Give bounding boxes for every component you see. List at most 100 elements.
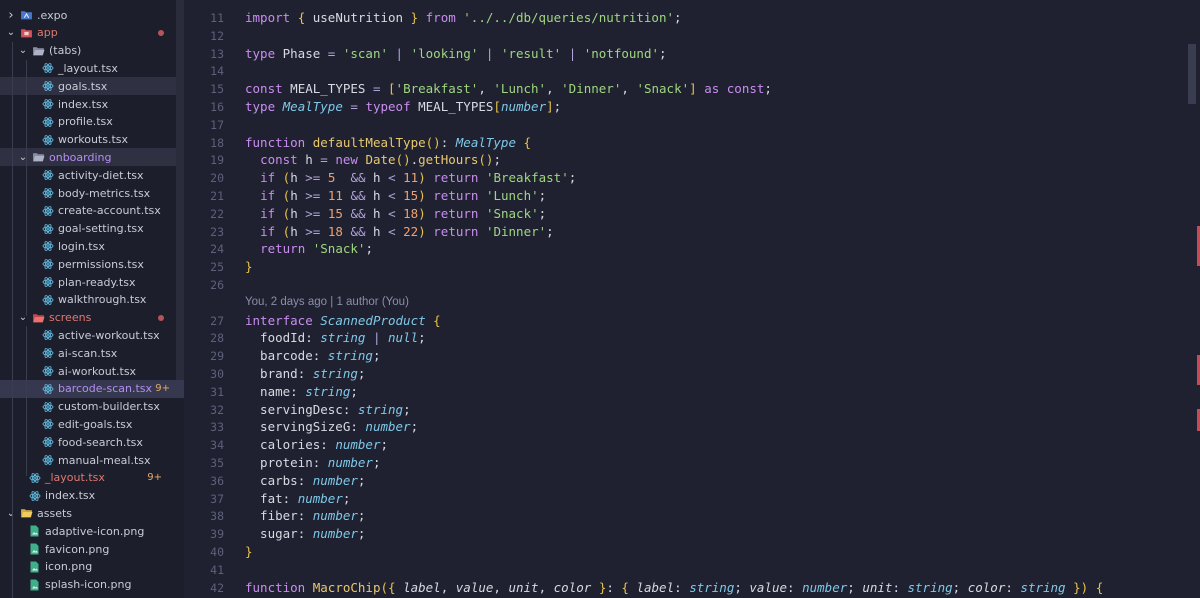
chevron-down-icon[interactable]: ⌄ xyxy=(18,45,28,56)
code-line[interactable]: if (h >= 15 && h < 18) return 'Snack'; xyxy=(245,206,546,221)
code-line[interactable]: if (h >= 11 && h < 15) return 'Lunch'; xyxy=(245,188,546,203)
react-icon xyxy=(41,187,54,200)
code-token: < xyxy=(388,223,396,239)
git-blame-codelens[interactable]: You, 2 days ago | 1 author (You) xyxy=(245,296,409,308)
code-line[interactable]: import { useNutrition } from '../../db/q… xyxy=(245,10,682,25)
react-icon xyxy=(41,454,54,467)
code-line[interactable]: brand: string; xyxy=(245,366,365,381)
code-token: , xyxy=(621,81,637,97)
code-token: >= xyxy=(305,205,321,221)
code-line[interactable]: servingDesc: string; xyxy=(245,402,411,417)
react-icon xyxy=(41,169,54,182)
code-line[interactable]: type MealType = typeof MEAL_TYPES[number… xyxy=(245,99,561,114)
explorer-file[interactable]: splash-icon.png xyxy=(0,576,176,594)
chevron-down-icon[interactable]: ⌄ xyxy=(6,27,16,38)
react-icon xyxy=(41,293,54,306)
code-token: : xyxy=(297,472,313,488)
code-token: getHours xyxy=(418,152,479,168)
line-number: 31 xyxy=(210,384,224,399)
code-line[interactable]: calories: number; xyxy=(245,437,388,452)
code-token: string xyxy=(312,366,358,381)
explorer-folder[interactable]: ⌄ assets xyxy=(0,504,176,522)
line-number: 23 xyxy=(210,224,224,239)
code-line[interactable]: sugar: number; xyxy=(245,526,365,541)
code-token: string xyxy=(1020,579,1066,595)
code-line[interactable]: servingSizeG: number; xyxy=(245,419,418,434)
code-line[interactable]: } xyxy=(245,544,253,559)
code-token: 'result' xyxy=(500,45,562,61)
code-line[interactable]: function defaultMealType(): MealType { xyxy=(245,135,531,150)
code-line[interactable]: name: string; xyxy=(245,384,358,399)
explorer-file[interactable]: icon.png xyxy=(0,558,176,576)
code-editor[interactable]: 11 import { useNutrition } from '../../db… xyxy=(184,0,1200,598)
explorer-file[interactable]: favicon.png xyxy=(0,540,176,558)
explorer-item-label: manual-meal.tsx xyxy=(58,453,151,467)
code-token: 'Snack' xyxy=(636,81,690,97)
code-token: value xyxy=(749,579,788,595)
editor-scrollbar-thumb[interactable] xyxy=(1188,44,1196,104)
code-token: () xyxy=(478,152,494,168)
line-number: 27 xyxy=(210,313,224,328)
explorer-item-label: index.tsx xyxy=(58,97,109,111)
explorer-file[interactable]: adaptive-icon.png xyxy=(0,522,176,540)
chevron-down-icon[interactable]: ⌄ xyxy=(6,508,16,519)
code-line[interactable]: carbs: number; xyxy=(245,473,365,488)
code-line[interactable]: function MacroChip({ label, value, unit,… xyxy=(245,580,1103,595)
code-line[interactable]: const h = new Date().getHours(); xyxy=(245,152,501,167)
code-line[interactable]: type Phase = 'scan' | 'looking' | 'resul… xyxy=(245,46,667,61)
code-token: { xyxy=(1095,579,1104,595)
code-line[interactable]: if (h >= 5 && h < 11) return 'Breakfast'… xyxy=(245,170,576,185)
code-line[interactable]: return 'Snack'; xyxy=(245,241,373,256)
code-token: ; xyxy=(538,188,547,203)
code-line[interactable]: barcode: string; xyxy=(245,348,380,363)
line-number: 30 xyxy=(210,367,224,381)
explorer-item-label: onboarding xyxy=(49,150,112,164)
explorer-folder[interactable]: ⌄ (tabs) xyxy=(0,42,176,60)
explorer-file[interactable]: index.tsx xyxy=(0,487,176,505)
code-line[interactable]: fat: number; xyxy=(245,491,350,506)
code-token: ; xyxy=(357,472,366,488)
code-line[interactable]: fiber: number; xyxy=(245,508,365,523)
code-line[interactable]: } xyxy=(245,259,253,274)
chevron-right-icon[interactable]: › xyxy=(6,8,16,23)
code-token: : xyxy=(1005,579,1021,595)
code-token: : xyxy=(892,579,908,595)
explorer-scrollbar[interactable] xyxy=(176,0,184,390)
code-line[interactable]: protein: number; xyxy=(245,455,380,470)
code-token: && xyxy=(350,170,366,186)
explorer-folder[interactable]: ⌄ app xyxy=(0,24,176,42)
code-token: MealType xyxy=(282,99,343,114)
code-token: ; xyxy=(493,152,501,168)
code-token: calories xyxy=(245,437,321,453)
react-icon xyxy=(41,204,54,217)
code-line[interactable]: interface ScannedProduct { xyxy=(245,313,441,328)
code-token: >= xyxy=(305,223,321,239)
code-line[interactable]: foodId: string | null; xyxy=(245,330,426,345)
code-token: null xyxy=(388,330,419,346)
code-line[interactable]: if (h >= 18 && h < 22) return 'Dinner'; xyxy=(245,224,554,239)
explorer-file[interactable]: barcode-scan.tsx 9+ xyxy=(0,379,184,398)
code-token: useNutrition xyxy=(305,10,411,25)
code-token: brand xyxy=(245,366,298,381)
code-token: : xyxy=(606,579,622,595)
code-token: if xyxy=(260,223,276,239)
react-icon xyxy=(41,222,54,235)
code-line[interactable]: const MEAL_TYPES = ['Breakfast', 'Lunch'… xyxy=(245,81,772,96)
react-icon xyxy=(28,471,41,484)
editor-overview-ruler[interactable] xyxy=(1184,0,1200,598)
code-token: h xyxy=(290,223,306,239)
line-number: 18 xyxy=(210,135,224,150)
code-token: color xyxy=(967,579,1006,595)
explorer-folder[interactable]: › .expo xyxy=(0,6,176,24)
code-token: fiber xyxy=(245,508,298,524)
